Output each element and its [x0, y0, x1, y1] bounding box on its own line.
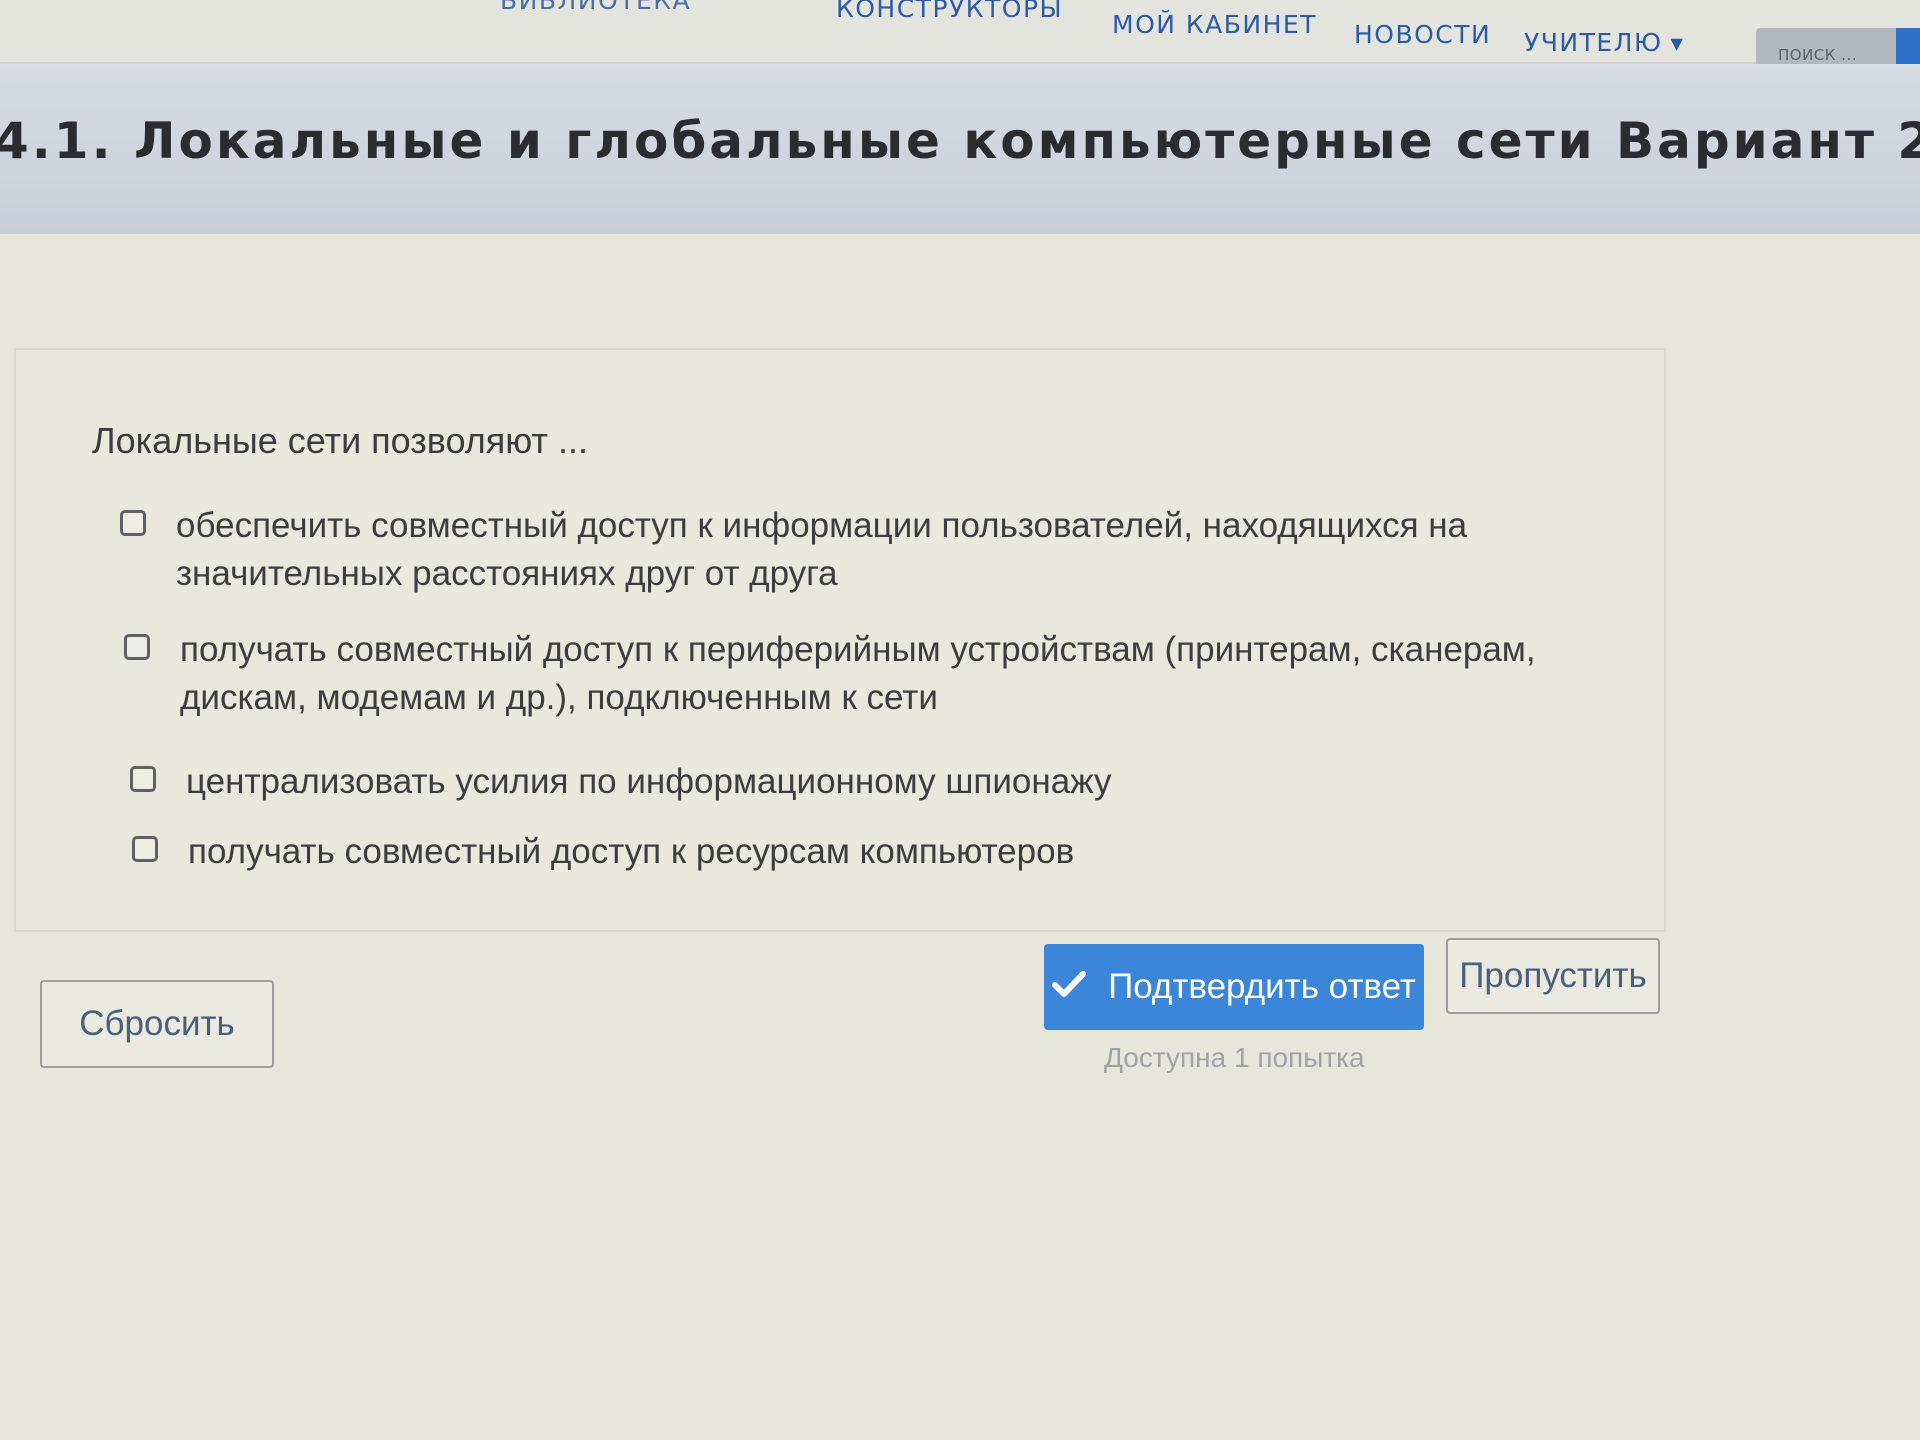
title-band: 4.1. Локальные и глобальные компьютерные…	[0, 64, 1920, 234]
question-card: Локальные сети позволяют ... обеспечить …	[14, 348, 1666, 932]
question-text: Локальные сети позволяют ...	[92, 420, 588, 461]
answer-checkbox-3[interactable]	[130, 766, 156, 792]
answer-checkbox-2[interactable]	[124, 634, 150, 660]
page-title: 4.1. Локальные и глобальные компьютерные…	[0, 112, 1920, 170]
nav-item-teacher[interactable]: УЧИТЕЛЮ ▼	[1524, 28, 1684, 59]
top-navigation: БИБЛИОТЕКА КОНСТРУКТОРЫ МОЙ КАБИНЕТ НОВО…	[0, 0, 1920, 86]
confirm-answer-button[interactable]: Подтвердить ответ	[1044, 944, 1424, 1030]
answer-text-2: получать совместный доступ к периферийны…	[180, 630, 1536, 717]
nav-item-library[interactable]: БИБЛИОТЕКА	[500, 0, 691, 16]
nav-item-my-cabinet[interactable]: МОЙ КАБИНЕТ	[1112, 10, 1317, 40]
attempts-remaining: Доступна 1 попытка	[1104, 1042, 1365, 1073]
answer-text-3: централизовать усилия по информационному…	[186, 762, 1112, 801]
nav-item-constructors[interactable]: КОНСТРУКТОРЫ	[836, 0, 1063, 24]
answer-text-1: обеспечить совместный доступ к информаци…	[176, 506, 1468, 593]
nav-item-news[interactable]: НОВОСТИ	[1354, 20, 1491, 50]
skip-button[interactable]: Пропустить	[1446, 938, 1660, 1014]
search-placeholder: ПОИСК ...	[1778, 46, 1858, 64]
answer-checkbox-4[interactable]	[132, 836, 158, 862]
confirm-answer-label: Подтвердить ответ	[1108, 967, 1416, 1006]
answer-text-4: получать совместный доступ к ресурсам ко…	[188, 832, 1075, 871]
answer-checkbox-1[interactable]	[120, 510, 146, 536]
caret-down-icon: ▼	[1670, 34, 1685, 53]
check-icon	[1052, 967, 1087, 1007]
nav-item-teacher-label: УЧИТЕЛЮ	[1524, 28, 1663, 57]
reset-button[interactable]: Сбросить	[40, 980, 274, 1068]
